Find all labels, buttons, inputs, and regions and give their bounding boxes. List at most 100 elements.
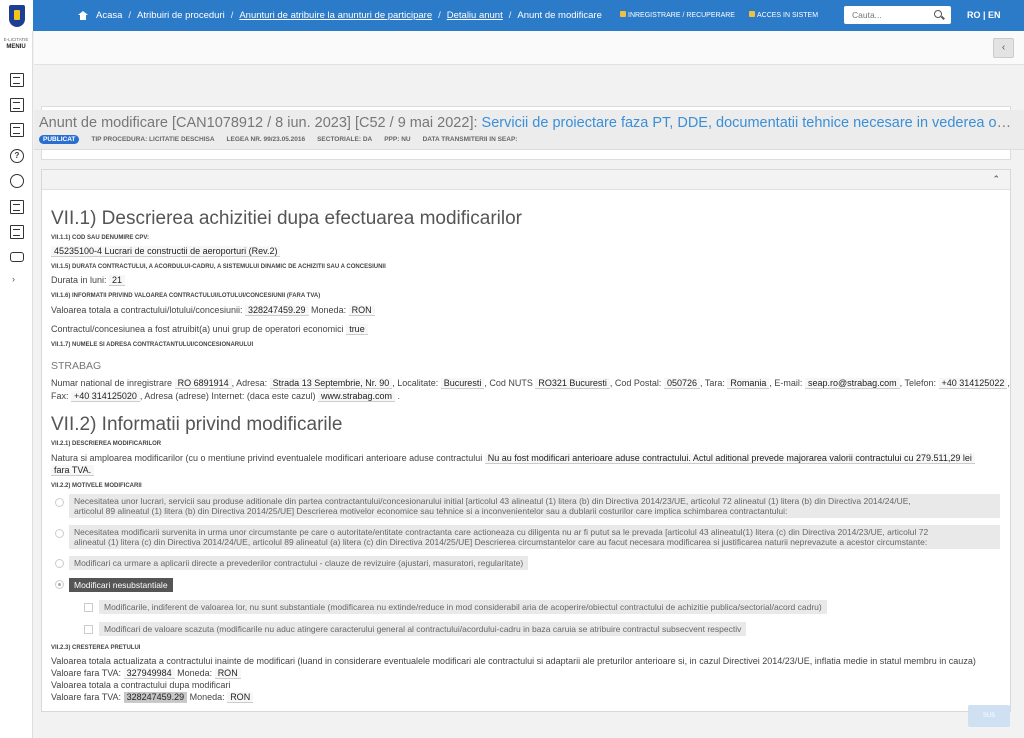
fax-text: Fax: <box>51 391 69 401</box>
duration-value: 21 <box>109 275 126 286</box>
price-before-value: 327949984 <box>123 668 175 679</box>
price-after-row: Valoare fara TVA: 328247459.29 Moneda: R… <box>51 692 254 703</box>
reason-radio-3[interactable] <box>55 559 64 568</box>
contractor-name: STRABAG <box>51 360 102 372</box>
search-box <box>844 6 951 24</box>
user-icon[interactable] <box>10 174 24 188</box>
sub-checkbox-2[interactable] <box>84 625 93 634</box>
breadcrumb-separator: / <box>438 10 441 21</box>
postal-text: , Cod Postal: <box>609 378 662 388</box>
notice-id: Anunt de modificare [CAN1078912 / 8 iun.… <box>39 115 478 131</box>
breadcrumb-detaliu[interactable]: Detaliu anunt <box>447 10 503 21</box>
reasons-label: VII.2.2) MOTIVELE MODIFICARII <box>51 483 142 489</box>
price-after-text: Valoarea totala a contractului dupa modi… <box>51 680 231 690</box>
cpv-row: 45235100-4 Lucrari de constructii de aer… <box>51 246 281 257</box>
currency-text: Moneda: <box>311 305 347 315</box>
collapse-icon[interactable]: ⌃ <box>992 174 1000 185</box>
contract-value: 328247459.29 <box>244 305 309 316</box>
vat-text: Valoare fara TVA: <box>51 668 122 678</box>
reason-radio-4[interactable] <box>55 580 64 589</box>
cpv-value: 45235100-4 Lucrari de constructii de aer… <box>51 246 281 257</box>
sidebar: E-LICITATIE MENIU ? › <box>0 31 33 738</box>
reason-option-3: Modificari ca urmare a aplicarii directe… <box>69 556 529 570</box>
group-row: Contractul/concesiunea a fost atruibit(a… <box>51 324 368 335</box>
currency-value: RON <box>348 305 375 316</box>
addr-text: , Adresa: <box>231 378 268 388</box>
sub-checkbox-1[interactable] <box>84 603 93 612</box>
register-label: INREGISTRARE / RECUPERARE <box>628 12 735 19</box>
duration-label: VII.1.5) DURATA CONTRACTULUI, A ACORDULU… <box>51 264 386 270</box>
contractor-details-row-1: Numar national de inregistrare RO 689191… <box>51 378 1010 389</box>
group-value: true <box>346 324 368 335</box>
reason-option-1: Necesitatea unor lucrari, servicii sau p… <box>69 494 1000 518</box>
id-card-icon[interactable] <box>10 200 24 214</box>
menu-label[interactable]: MENIU <box>0 44 32 50</box>
reason-option-4: Modificari nesubstantiale <box>69 578 173 592</box>
monitor-icon[interactable] <box>10 225 24 239</box>
chat-icon[interactable] <box>10 252 24 262</box>
reg-value: RO 6891914 <box>174 378 232 389</box>
reason-2-line-2: alineatul (1) litera (c) din Directiva 2… <box>74 537 928 547</box>
nuts-text: , Cod NUTS <box>484 378 533 388</box>
search-icon[interactable] <box>934 10 942 18</box>
reg-text: Numar national de inregistrare <box>51 378 173 388</box>
reason-radio-2[interactable] <box>55 529 64 538</box>
fax-value: +40 314125020 <box>71 391 140 402</box>
section-card: ⌃ VII.1) Descrierea achizitiei dupa efec… <box>41 169 1011 712</box>
phone-value: +40 314125022 <box>938 378 1008 389</box>
site-logo[interactable] <box>0 0 33 31</box>
country-text: , Tara: <box>700 378 725 388</box>
cpv-label: VII.1.1) COD SAU DENUMIRE CPV: <box>51 235 150 241</box>
back-button[interactable]: ‹ <box>993 38 1014 58</box>
web-text: , Adresa (adrese) Internet: (daca este c… <box>139 391 316 401</box>
login-link[interactable]: ACCES IN SISTEM <box>748 11 818 19</box>
warning-icon <box>620 11 626 17</box>
sidebar-brand: E-LICITATIE MENIU <box>0 31 32 50</box>
contractor-label: VII.1.7) NUMELE SI ADRESA CONTRACTANTULU… <box>51 342 254 348</box>
expand-sidebar-icon[interactable]: › <box>12 274 15 284</box>
home-icon[interactable] <box>78 11 88 20</box>
help-icon[interactable]: ? <box>10 149 24 163</box>
scroll-top-label: SUS <box>982 713 996 719</box>
duration-row: Durata in luni: 21 <box>51 275 126 286</box>
procedure-type: TIP PROCEDURA: LICITATIE DESCHISA <box>91 136 215 143</box>
lock-icon <box>748 11 755 17</box>
document-icon[interactable] <box>10 73 24 87</box>
book-icon[interactable] <box>10 123 24 137</box>
search-input[interactable] <box>844 6 928 24</box>
group-text: Contractul/concesiunea a fost atruibit(a… <box>51 324 344 334</box>
register-link[interactable]: INREGISTRARE / RECUPERARE <box>620 11 735 19</box>
top-links: INREGISTRARE / RECUPERARE ACCES IN SISTE… <box>620 11 818 19</box>
breadcrumb-atribuiri[interactable]: Atribuiri de proceduri <box>137 10 225 21</box>
desc-value-1: Nu au fost modificari anterioare aduse c… <box>484 453 975 464</box>
price-after-currency: RON <box>227 692 254 703</box>
vat-text: Valoare fara TVA: <box>51 692 122 702</box>
shield-logo-icon <box>8 4 25 27</box>
edit-document-icon[interactable] <box>10 98 24 112</box>
law-reference: LEGEA NR. 99/23.05.2016 <box>226 136 306 143</box>
notice-title: Anunt de modificare [CAN1078912 / 8 iun.… <box>39 115 1019 131</box>
reason-radio-1[interactable] <box>55 498 64 507</box>
breadcrumb: Acasa / Atribuiri de proceduri / Anuntur… <box>78 10 602 21</box>
breadcrumb-current: Anunt de modificare <box>517 10 602 21</box>
breadcrumb-separator: / <box>128 10 132 21</box>
section-heading-71: VII.1) Descrierea achizitiei dupa efectu… <box>51 208 522 229</box>
seap-date: DATA TRANSMITERII IN SEAP: <box>422 136 518 143</box>
price-text: Valoarea totala actualizata a contractul… <box>51 656 976 666</box>
notice-name-link[interactable]: Servicii de proiectare faza PT, DDE, doc… <box>482 115 1019 131</box>
status-badge: PUBLICAT <box>39 135 80 144</box>
sectoral-flag: SECTORIALE: DA <box>317 136 373 143</box>
scroll-top-button[interactable]: SUS <box>968 705 1010 727</box>
value-row: Valoarea totala a contractului/lotului/c… <box>51 305 375 316</box>
notice-title-bar: Anunt de modificare [CAN1078912 / 8 iun.… <box>34 110 1024 150</box>
website-value[interactable]: www.strabag.com <box>317 391 395 402</box>
email-value[interactable]: seap.ro@strabag.com <box>804 378 900 389</box>
breadcrumb-separator: / <box>508 10 512 21</box>
desc-row-2: fara TVA. <box>51 465 95 476</box>
breadcrumb-anunturi[interactable]: Anunturi de atribuire la anunturi de par… <box>239 10 432 21</box>
section-heading-72: VII.2) Informatii privind modificarile <box>51 414 343 435</box>
language-switch[interactable]: RO | EN <box>967 10 1001 20</box>
reason-option-2: Necesitatea modificarii survenita in urm… <box>69 525 1000 549</box>
email-text: , E-mail: <box>769 378 803 388</box>
breadcrumb-home[interactable]: Acasa <box>96 10 122 21</box>
